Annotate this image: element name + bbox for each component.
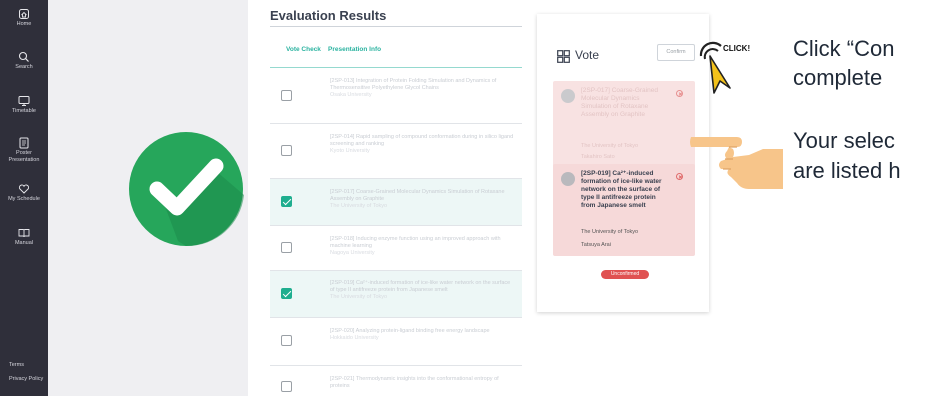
book-icon (18, 229, 30, 238)
vote-card-affiliation: The University of Tokyo (581, 229, 639, 235)
sidebar-item-timetable[interactable]: Timetable (0, 95, 48, 115)
column-header-vote-check: Vote Check (286, 46, 321, 53)
instruction-line-4: are listed h (793, 158, 901, 183)
presentation-info: [2SP-017] Coarse-Grained Molecular Dynam… (330, 189, 515, 210)
presentation-affiliation: The University of Tokyo (330, 294, 388, 300)
terms-link[interactable]: Terms (9, 362, 24, 368)
sidebar-item-label: Search (15, 64, 33, 70)
sidebar-item-poster[interactable]: Poster Presentation (0, 137, 48, 163)
presentation-title: [2SP-020] Analyzing protein-ligand bindi… (330, 328, 490, 334)
grid-icon (557, 50, 570, 63)
vote-checkbox[interactable] (281, 196, 292, 207)
vote-checkbox[interactable] (281, 145, 292, 156)
vote-card-title: [2SP-017] Coarse-Grained Molecular Dynam… (581, 87, 658, 118)
sidebar: Home Search Timetable Poster Presentatio… (0, 0, 48, 396)
sidebar-item-label: Timetable (12, 108, 36, 114)
vote-card: [2SP-019] Ca²⁺-induced formation of ice-… (553, 164, 695, 256)
heart-icon (18, 184, 30, 194)
vote-card-author: Takahiro Sato (581, 154, 615, 160)
vote-checkbox[interactable] (281, 90, 292, 101)
presentation-title: [2SP-018] Inducing enzyme function using… (330, 236, 501, 249)
vote-checkbox[interactable] (281, 288, 292, 299)
page-title: Evaluation Results (270, 8, 387, 23)
presentation-info: [2SP-021] Thermodynamic insights into th… (330, 376, 515, 390)
sidebar-item-my-schedule[interactable]: My Schedule (0, 183, 48, 203)
presentation-title: [2SP-017] Coarse-Grained Molecular Dynam… (330, 189, 505, 202)
monitor-icon (18, 96, 30, 106)
instruction-line-1: Click “Con (793, 36, 895, 61)
privacy-policy-link[interactable]: Privacy Policy (9, 376, 43, 382)
vote-card-affiliation: The University of Tokyo (581, 143, 639, 149)
presentation-info: [2SP-018] Inducing enzyme function using… (330, 236, 515, 257)
sidebar-item-home[interactable]: Home (0, 8, 48, 28)
sidebar-item-label: Home (16, 21, 32, 27)
presentation-info: [2SP-014] Rapid sampling of compound con… (330, 134, 515, 155)
presentation-affiliation: Nagoya University (330, 250, 375, 256)
sidebar-item-manual[interactable]: Manual (0, 227, 48, 247)
table-row[interactable]: [2SP-020] Analyzing protein-ligand bindi… (270, 318, 522, 366)
presentation-affiliation: Osaka University (330, 92, 372, 98)
table-row[interactable]: [2SP-018] Inducing enzyme function using… (270, 226, 522, 271)
presentation-info: [2SP-020] Analyzing protein-ligand bindi… (330, 328, 515, 342)
vote-card: [2SP-017] Coarse-Grained Molecular Dynam… (553, 81, 695, 167)
presentation-title: [2SP-014] Rapid sampling of compound con… (330, 134, 514, 147)
vote-title: Vote (575, 48, 600, 62)
vote-panel: Vote Confirm [2SP-017] Coarse-Grained Mo… (537, 14, 709, 312)
vote-card-title: [2SP-019] Ca²⁺-induced formation of ice-… (581, 170, 662, 209)
presentation-title: [2SP-013] Integration of Protein Folding… (330, 78, 497, 91)
presentation-title: [2SP-019] Ca²⁺-induced formation of ice-… (330, 280, 511, 293)
table-row[interactable]: [2SP-014] Rapid sampling of compound con… (270, 124, 522, 179)
checkmark-badge-icon (129, 132, 244, 247)
presentation-affiliation: The University of Tokyo (330, 203, 388, 209)
presentation-affiliation: Hokkaido University (330, 335, 379, 341)
table-row[interactable]: [2SP-021] Thermodynamic insights into th… (270, 366, 522, 396)
click-label: CLICK! (723, 44, 751, 53)
pointing-hand-icon (690, 137, 783, 189)
avatar (561, 172, 575, 186)
remove-icon[interactable] (676, 90, 683, 97)
remove-icon[interactable] (676, 173, 683, 180)
search-icon (18, 51, 29, 62)
table-row[interactable]: [2SP-013] Integration of Protein Folding… (270, 68, 522, 124)
presentation-info: [2SP-013] Integration of Protein Folding… (330, 78, 515, 99)
vote-checkbox[interactable] (281, 335, 292, 346)
vote-checkbox[interactable] (281, 381, 292, 392)
avatar (561, 89, 575, 103)
sidebar-item-label: My Schedule (8, 196, 40, 202)
vote-checkbox[interactable] (281, 242, 292, 253)
poster-icon (19, 137, 29, 149)
column-header-presentation-info: Presentation Info (328, 46, 382, 53)
instruction-line-3: Your selec (793, 128, 895, 153)
home-icon (19, 9, 29, 19)
page: Home Search Timetable Poster Presentatio… (0, 0, 929, 396)
sidebar-item-label: Poster Presentation (8, 150, 40, 163)
table-row[interactable]: [2SP-017] Coarse-Grained Molecular Dynam… (270, 179, 522, 226)
instruction-line-2: complete (793, 65, 883, 90)
sidebar-item-search[interactable]: Search (0, 51, 48, 71)
status-badge: Unconfirmed (601, 270, 649, 279)
presentation-affiliation: Kyoto University (330, 148, 370, 154)
sidebar-item-label: Manual (14, 240, 34, 246)
divider (270, 26, 522, 27)
table-row[interactable]: [2SP-019] Ca²⁺-induced formation of ice-… (270, 271, 522, 318)
presentation-title: [2SP-021] Thermodynamic insights into th… (330, 376, 499, 389)
vote-card-author: Tatsuya Arai (581, 242, 611, 248)
confirm-button[interactable]: Confirm (657, 44, 695, 61)
presentation-info: [2SP-019] Ca²⁺-induced formation of ice-… (330, 280, 515, 301)
